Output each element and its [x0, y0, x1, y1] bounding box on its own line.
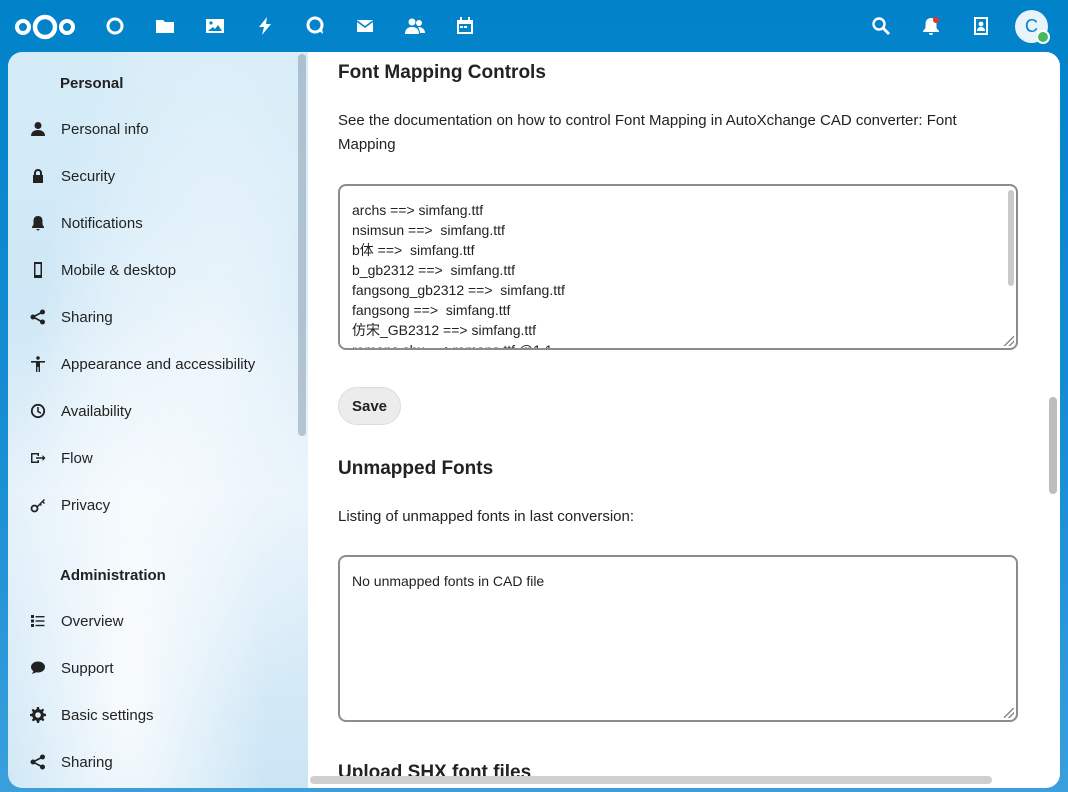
sidebar-item-label: Sharing: [61, 753, 113, 771]
search-icon[interactable]: [869, 14, 893, 38]
sidebar-item-support[interactable]: Support: [22, 648, 292, 688]
sidebar-item-sharing[interactable]: Sharing: [22, 297, 292, 337]
save-button[interactable]: Save: [338, 387, 401, 425]
online-status-icon: [1036, 30, 1050, 44]
chat-icon: [22, 660, 54, 676]
sidebar-item-overview[interactable]: Overview: [22, 601, 292, 641]
nextcloud-logo[interactable]: [14, 12, 76, 42]
phone-icon: [22, 262, 54, 278]
font-mapping-textarea[interactable]: archs ==> simfang.ttf nsimsun ==> simfan…: [338, 184, 1018, 350]
main-vertical-scrollbar[interactable]: [1049, 397, 1057, 494]
files-icon[interactable]: [153, 14, 177, 38]
unmapped-fonts-heading: Unmapped Fonts: [338, 458, 494, 479]
activity-icon[interactable]: [253, 14, 277, 38]
textarea-scrollbar[interactable]: [1008, 190, 1014, 286]
mail-icon[interactable]: [353, 14, 377, 38]
talk-icon[interactable]: [303, 14, 327, 38]
mapping-line: nsimsun ==> simfang.ttf: [352, 222, 505, 238]
unmapped-fonts-description: Listing of unmapped fonts in last conver…: [338, 508, 635, 525]
font-mapping-heading: Font Mapping Controls: [338, 62, 546, 83]
share-icon: [22, 754, 54, 770]
mapping-line: fangsong_gb2312 ==> simfang.ttf: [352, 282, 565, 298]
dashboard-icon[interactable]: [103, 14, 127, 38]
mapping-line: b体 ==> simfang.ttf: [352, 242, 475, 258]
lock-icon: [22, 168, 54, 184]
mapping-line: b_gb2312 ==> simfang.ttf: [352, 262, 516, 278]
sidebar-item-label: Sharing: [61, 308, 113, 326]
settings-main-content: Font Mapping Controls See the documentat…: [308, 52, 1060, 788]
sidebar-scrollbar[interactable]: [298, 54, 306, 436]
top-header: C: [0, 0, 1068, 52]
photos-icon[interactable]: [203, 14, 227, 38]
sidebar-item-label: Basic settings: [61, 706, 154, 724]
key-icon: [22, 497, 54, 513]
sidebar-item-security[interactable]: Security: [22, 156, 292, 196]
sidebar-item-label: Overview: [61, 612, 124, 630]
sidebar-item-label: Security: [61, 167, 116, 185]
sidebar-item-label: Notifications: [61, 214, 143, 232]
sidebar-item-admin-sharing[interactable]: Sharing: [22, 742, 292, 782]
sidebar-item-label: Flow: [61, 449, 93, 467]
sidebar-item-basic-settings[interactable]: Basic settings: [22, 695, 292, 735]
sidebar-item-notifications[interactable]: Notifications: [22, 203, 292, 243]
unmapped-value: No unmapped fonts in CAD file: [352, 573, 545, 589]
main-horizontal-scrollbar[interactable]: [310, 776, 992, 784]
calendar-icon[interactable]: [453, 14, 477, 38]
notifications-icon[interactable]: [919, 14, 943, 38]
gear-icon: [22, 707, 54, 723]
flow-icon: [22, 450, 54, 466]
sidebar-item-availability[interactable]: Availability: [22, 391, 292, 431]
sidebar-item-label: Privacy: [61, 496, 111, 514]
bell-icon: [22, 215, 54, 231]
sidebar-item-appearance[interactable]: Appearance and accessibility: [22, 344, 292, 384]
administration-section-title: Administration: [60, 567, 166, 584]
sidebar-item-label: Support: [61, 659, 114, 677]
settings-sidebar: Personal Personal info Security Notifica…: [8, 52, 308, 788]
mapping-line: archs ==> simfang.ttf: [352, 202, 484, 218]
user-icon: [22, 121, 54, 137]
sidebar-item-label: Appearance and accessibility: [61, 355, 256, 373]
list-icon: [22, 613, 54, 629]
contacts-icon[interactable]: [403, 14, 427, 38]
share-icon: [22, 309, 54, 325]
sidebar-item-mobile-desktop[interactable]: Mobile & desktop: [22, 250, 292, 290]
resize-handle-icon[interactable]: [1004, 708, 1014, 718]
sidebar-item-label: Availability: [61, 402, 132, 420]
sidebar-item-privacy[interactable]: Privacy: [22, 485, 292, 525]
sidebar-item-personal-info[interactable]: Personal info: [22, 109, 292, 149]
sidebar-item-label: Personal info: [61, 120, 149, 138]
personal-section-title: Personal: [60, 75, 124, 92]
contacts-menu-icon[interactable]: [969, 14, 993, 38]
resize-handle-icon[interactable]: [1004, 336, 1014, 346]
accessibility-icon: [22, 356, 54, 372]
font-mapping-description: See the documentation on how to control …: [338, 112, 957, 153]
mapping-line: romans.shx ==>romans.ttf @1.1: [352, 342, 553, 350]
sidebar-item-flow[interactable]: Flow: [22, 438, 292, 478]
mapping-line: fangsong ==> simfang.ttf: [352, 302, 511, 318]
mapping-line: 仿宋_GB2312 ==> simfang.ttf: [352, 322, 537, 338]
unmapped-fonts-textarea[interactable]: No unmapped fonts in CAD file: [338, 555, 1018, 722]
sidebar-item-label: Mobile & desktop: [61, 261, 177, 279]
clock-icon: [22, 403, 54, 419]
